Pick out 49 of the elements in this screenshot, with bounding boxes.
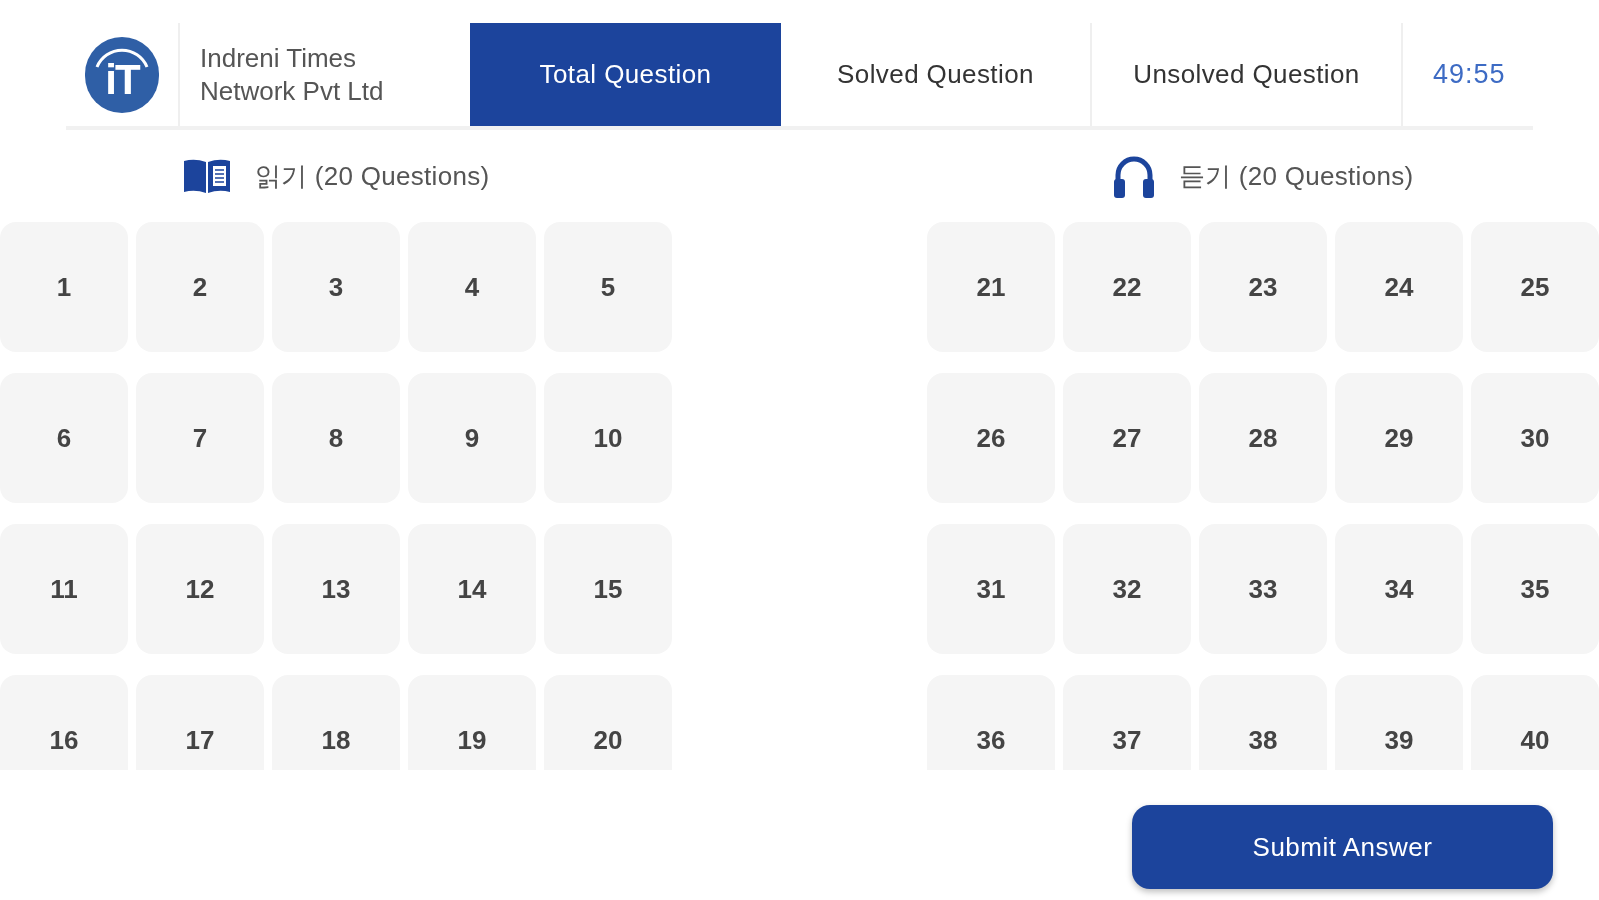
company-name: Indreni Times Network Pvt Ltd xyxy=(200,41,385,108)
question-number-button[interactable]: 34 xyxy=(1335,524,1463,654)
question-number-button[interactable]: 30 xyxy=(1471,373,1599,503)
section-title: 듣기 (20 Questions) xyxy=(1178,159,1414,193)
company-logo: iT xyxy=(85,36,159,113)
question-number-button[interactable]: 38 xyxy=(1199,675,1327,770)
question-number-button[interactable]: 22 xyxy=(1063,222,1191,352)
question-number-button[interactable]: 37 xyxy=(1063,675,1191,770)
question-number-button[interactable]: 17 xyxy=(136,675,264,770)
question-number-button[interactable]: 27 xyxy=(1063,373,1191,503)
headphones-icon xyxy=(1112,154,1155,198)
question-number-button[interactable]: 20 xyxy=(544,675,672,770)
question-number-button[interactable]: 1 xyxy=(0,222,128,352)
question-number-button[interactable]: 25 xyxy=(1471,222,1599,352)
open-book-icon xyxy=(182,158,231,194)
countdown-timer: 49:55 xyxy=(1433,58,1506,92)
question-number-button[interactable]: 21 xyxy=(927,222,1055,352)
submit-answer-button[interactable]: Submit Answer xyxy=(1132,805,1553,889)
question-number-button[interactable]: 14 xyxy=(408,524,536,654)
question-number-button[interactable]: 12 xyxy=(136,524,264,654)
question-number-button[interactable]: 26 xyxy=(927,373,1055,503)
question-number-button[interactable]: 8 xyxy=(272,373,400,503)
question-number-button[interactable]: 31 xyxy=(927,524,1055,654)
question-number-button[interactable]: 4 xyxy=(408,222,536,352)
question-number-button[interactable]: 39 xyxy=(1335,675,1463,770)
section-title: 읽기 (20 Questions) xyxy=(254,159,490,193)
question-number-button[interactable]: 15 xyxy=(544,524,672,654)
question-number-button[interactable]: 11 xyxy=(0,524,128,654)
question-number-button[interactable]: 36 xyxy=(927,675,1055,770)
question-number-button[interactable]: 32 xyxy=(1063,524,1191,654)
question-number-button[interactable]: 18 xyxy=(272,675,400,770)
tab[interactable]: Total Question xyxy=(470,23,781,126)
question-number-button[interactable]: 5 xyxy=(544,222,672,352)
question-number-button[interactable]: 29 xyxy=(1335,373,1463,503)
question-number-button[interactable]: 3 xyxy=(272,222,400,352)
question-number-button[interactable]: 16 xyxy=(0,675,128,770)
question-number-button[interactable]: 13 xyxy=(272,524,400,654)
question-number-button[interactable]: 28 xyxy=(1199,373,1327,503)
question-number-button[interactable]: 24 xyxy=(1335,222,1463,352)
question-number-button[interactable]: 23 xyxy=(1199,222,1327,352)
question-number-button[interactable]: 2 xyxy=(136,222,264,352)
question-number-button[interactable]: 6 xyxy=(0,373,128,503)
question-number-button[interactable]: 35 xyxy=(1471,524,1599,654)
question-number-button[interactable]: 9 xyxy=(408,373,536,503)
question-number-button[interactable]: 7 xyxy=(136,373,264,503)
question-number-button[interactable]: 40 xyxy=(1471,675,1599,770)
question-number-button[interactable]: 19 xyxy=(408,675,536,770)
question-number-button[interactable]: 10 xyxy=(544,373,672,503)
question-number-button[interactable]: 33 xyxy=(1199,524,1327,654)
